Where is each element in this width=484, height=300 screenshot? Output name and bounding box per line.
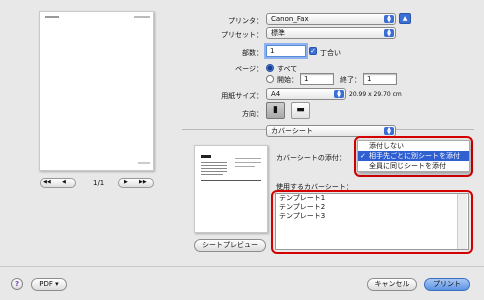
- preview-text-line: [201, 168, 227, 169]
- print-button[interactable]: プリント: [424, 278, 470, 291]
- fax-title-line: [201, 155, 211, 158]
- copies-field[interactable]: 1: [266, 45, 306, 57]
- printer-popup[interactable]: Canon_Fax ▲ ▼: [266, 13, 396, 25]
- disclosure-button[interactable]: ▲: [399, 13, 411, 24]
- pages-all-label: すべて: [277, 65, 298, 73]
- next-page-button[interactable]: ▶: [124, 179, 128, 185]
- section-popup-value: カバーシート: [271, 127, 313, 135]
- preview-text-line: [138, 162, 150, 164]
- landscape-orientation-button[interactable]: ▬: [291, 102, 310, 119]
- preset-popup[interactable]: 標準 ▲ ▼: [266, 27, 396, 39]
- printer-value: Canon_Fax: [271, 15, 309, 23]
- popup-arrows-icon: ▲ ▼: [384, 29, 394, 38]
- attach-label: カバーシートの添付：: [276, 154, 346, 162]
- preview-text-line: [201, 165, 227, 166]
- collate-label: 丁合い: [320, 49, 341, 57]
- template-item-1[interactable]: テンプレート1: [276, 194, 468, 203]
- pager-back-group: ◀◀ ◀: [40, 178, 76, 188]
- popup-arrows-icon: ▲ ▼: [384, 127, 394, 136]
- attach-menu-item-label: 相手先ごとに別シートを添付: [369, 152, 460, 160]
- cover-sheet-preview: [194, 145, 268, 233]
- portrait-orientation-button[interactable]: ▮: [266, 102, 285, 119]
- page-preview: [39, 11, 154, 171]
- pages-range-radio[interactable]: [266, 75, 274, 83]
- portrait-icon: ▮: [273, 105, 278, 115]
- attach-menu-item-none[interactable]: 添付しない: [358, 141, 469, 151]
- prev-page-button[interactable]: ◀: [62, 179, 66, 185]
- pages-label: ページ：: [235, 65, 263, 73]
- templates-scrollbar[interactable]: [457, 194, 467, 249]
- preset-label: プリセット：: [221, 31, 263, 39]
- orientation-label: 方向：: [242, 110, 263, 118]
- pdf-button[interactable]: PDF ▾: [31, 278, 67, 291]
- pages-to-field[interactable]: 1: [363, 73, 397, 85]
- popup-arrows-icon: ▲ ▼: [384, 15, 394, 24]
- last-page-button[interactable]: ▶▶: [139, 179, 147, 185]
- landscape-icon: ▬: [296, 105, 305, 115]
- paper-dimensions: 20.99 x 29.70 cm: [349, 91, 402, 98]
- attach-menu: 添付しない ✓ 相手先ごとに別シートを添付 全員に同じシートを添付: [357, 140, 470, 172]
- collate-checkbox[interactable]: ✓: [309, 47, 317, 55]
- attach-menu-item-per-recipient[interactable]: ✓ 相手先ごとに別シートを添付: [358, 151, 469, 161]
- first-page-button[interactable]: ◀◀: [43, 179, 51, 185]
- attach-menu-item-same-for-all[interactable]: 全員に同じシートを添付: [358, 161, 469, 171]
- paper-size-value: A4: [271, 90, 281, 98]
- pager-forward-group: ▶ ▶▶: [118, 178, 154, 188]
- pages-from-field[interactable]: 1: [300, 73, 334, 85]
- printer-label: プリンタ：: [228, 17, 263, 25]
- bottom-separator: [0, 266, 484, 267]
- preview-text-line: [134, 16, 150, 18]
- template-item-2[interactable]: テンプレート2: [276, 203, 468, 212]
- preview-text-line: [235, 166, 255, 167]
- pages-to-label: 終了：: [340, 76, 361, 84]
- checkmark-icon: ✓: [360, 152, 366, 160]
- preview-text-line: [235, 162, 261, 163]
- paper-size-label: 用紙サイズ：: [221, 92, 263, 100]
- preview-text-line: [45, 16, 59, 18]
- sheet-preview-button[interactable]: シートプレビュー: [194, 239, 266, 252]
- preview-text-line: [235, 158, 261, 159]
- cancel-button[interactable]: キャンセル: [367, 278, 417, 291]
- help-icon[interactable]: ?: [11, 278, 23, 290]
- preview-text-line: [201, 162, 227, 163]
- copies-label: 部数：: [242, 49, 263, 57]
- pages-all-radio[interactable]: [266, 64, 274, 72]
- preset-value: 標準: [271, 29, 285, 37]
- popup-arrows-icon: ▲ ▼: [334, 90, 344, 99]
- page-indicator: 1/1: [93, 179, 105, 187]
- template-item-3[interactable]: テンプレート3: [276, 212, 468, 221]
- preview-text-line: [201, 174, 223, 175]
- preview-text-line: [201, 171, 227, 172]
- templates-list: テンプレート1 テンプレート2 テンプレート3: [275, 193, 469, 250]
- pages-from-label: 開始：: [277, 76, 298, 84]
- paper-size-popup[interactable]: A4 ▲ ▼: [266, 88, 346, 100]
- preview-rule: [201, 180, 261, 181]
